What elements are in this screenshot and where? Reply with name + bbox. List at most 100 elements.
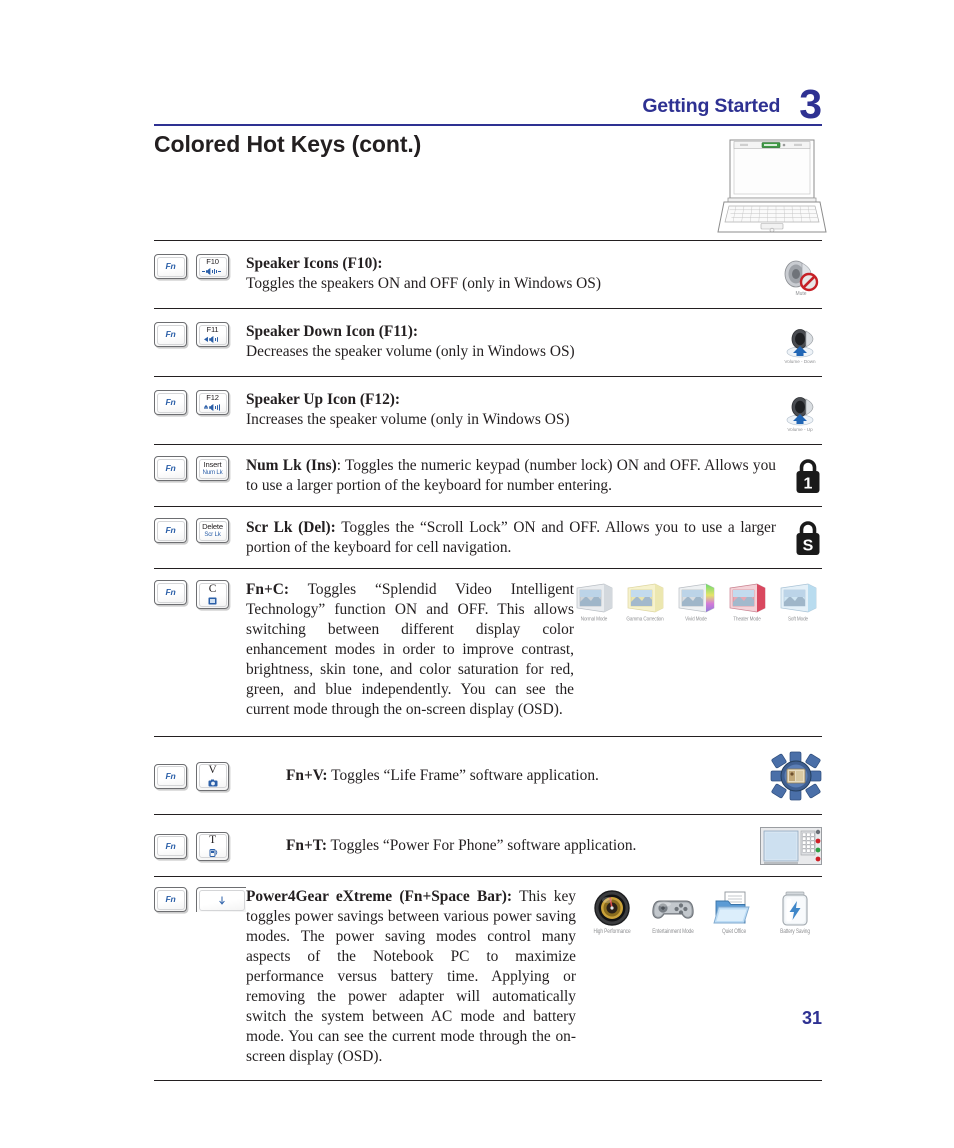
splendid-theater-mode-icon <box>729 583 766 613</box>
keycap-sublabel: Num Lk <box>202 469 223 477</box>
splendid-mode-label: Normal Mode <box>580 615 608 622</box>
keycap-fn: Fn <box>154 580 187 606</box>
row-description: Speaker Down Icon (F11): Decreases the s… <box>246 322 764 362</box>
page-header: Getting Started 3 <box>154 84 822 126</box>
table-row: Fn Power4Gear eXtreme (Fn+Space Bar): Th… <box>154 877 822 1082</box>
splendid-soft-mode-icon <box>780 583 817 613</box>
speaker-mute-glyph-icon <box>201 267 225 275</box>
row-title: Fn+T: <box>286 837 327 855</box>
splendid-mode-label: Gamma Correction <box>626 615 664 622</box>
table-row: Fn F12 Speaker Up Icon (F12): Increases … <box>154 377 822 445</box>
table-row: Fn C Fn+C: Toggles “Splendid Video Intel… <box>154 569 822 738</box>
speaker-mute-caption: Mute <box>795 291 806 296</box>
splendid-normal-mode-icon <box>576 583 613 613</box>
row-body: Toggles “Power For Phone” software appli… <box>326 837 637 855</box>
keycap-label: Fn <box>165 397 176 408</box>
row-description: Scr Lk (Del): Toggles the “Scroll Lock” … <box>246 518 778 558</box>
keycap-label: F11 <box>206 325 219 335</box>
keycap-fn: Fn <box>154 887 187 913</box>
key-combo: Fn Delete Scr Lk <box>154 518 246 544</box>
row-description: Fn+T: Toggles “Power For Phone” software… <box>246 836 756 856</box>
table-row: Fn T Fn+T: Toggles “Power For Phone” sof… <box>154 815 822 878</box>
power4gear-modes-strip: High Performance Entertainment Mode Quie… <box>585 889 822 936</box>
key-combo: Fn <box>154 887 246 913</box>
keycap-label: F10 <box>206 257 219 267</box>
keycap-label: Insert <box>203 459 222 469</box>
table-row: Fn F11 Speaker Down Icon (F11): Decrease <box>154 309 822 377</box>
row-description: Fn+V: Toggles “Life Frame” software appl… <box>246 766 756 786</box>
key-combo: Fn F11 <box>154 322 246 347</box>
splendid-modes-strip: Normal Mode Gamma Correction Vivid Mode … <box>570 581 822 622</box>
volume-up-icon: Volume - Up <box>786 397 814 432</box>
phone-glyph-icon <box>208 848 218 857</box>
keycap-f12: F12 <box>196 390 229 415</box>
splendid-glyph-icon <box>208 597 217 605</box>
keycap-label: Fn <box>165 525 176 536</box>
power-mode-label: Battery Saving <box>780 929 810 936</box>
page-number: 31 <box>801 1008 822 1028</box>
row-icon <box>756 827 822 866</box>
volume-up-caption: Volume - Up <box>787 427 813 432</box>
hotkeys-table: Fn F10 Speaker Icons (F10): Toggles the … <box>154 240 822 1082</box>
power-mode-label: Quiet Office <box>721 929 747 936</box>
row-description: Fn+C: Toggles “Splendid Video Intelligen… <box>246 580 576 720</box>
keycap-label: Fn <box>165 463 176 474</box>
power-mode-label: Entertainment Mode <box>652 929 694 936</box>
splendid-vivid-mode-icon <box>678 583 715 613</box>
keycap-label: Fn <box>165 587 176 598</box>
keycap-label: Fn <box>165 894 176 905</box>
power-mode-label: High Performance <box>593 929 631 936</box>
keycap-f11: F11 <box>196 322 229 347</box>
row-body: Toggles “Splendid Video Intelligent Tech… <box>246 581 574 719</box>
key-combo: Fn F10 <box>154 254 246 279</box>
volume-down-caption: Volume - Down <box>784 359 816 364</box>
splendid-mode-label: Theater Mode <box>733 615 761 622</box>
key-combo: Fn F12 <box>154 390 246 415</box>
row-icon: S <box>778 518 822 557</box>
padlock-numlock-label: 1 <box>804 476 813 493</box>
camera-glyph-icon <box>208 779 218 787</box>
power-mode-item: Entertainment Mode <box>646 889 700 936</box>
page-title: Colored Hot Keys (cont.) <box>154 131 422 157</box>
keycap-t: T <box>196 831 229 861</box>
row-description: Power4Gear eXtreme (Fn+Space Bar): This … <box>246 887 578 1067</box>
keycap-fn: Fn <box>154 322 187 347</box>
battery-icon <box>782 891 808 926</box>
keycap-delete-scrlk: Delete Scr Lk <box>196 518 229 544</box>
power-mode-item: Battery Saving <box>768 889 822 936</box>
splendid-mode-label: Soft Mode <box>787 615 809 622</box>
row-title: Speaker Up Icon (F12): <box>246 391 401 408</box>
row-title: Speaker Down Icon (F11): <box>246 323 419 340</box>
keycap-fn: Fn <box>154 763 187 789</box>
row-icon: 1 <box>778 456 822 495</box>
row-icon: Volume - Down <box>764 322 822 364</box>
volume-up-glyph-icon <box>202 403 224 411</box>
keycap-label: Fn <box>165 840 176 851</box>
row-body: Toggles the speakers ON and OFF (only in… <box>246 275 601 293</box>
keycap-fn: Fn <box>154 456 187 481</box>
row-body: Decreases the speaker volume (only in Wi… <box>246 343 575 361</box>
keycap-v: V <box>196 761 229 791</box>
key-combo: Fn V <box>154 761 246 791</box>
header-chapter-number: 3 <box>799 81 822 128</box>
keycap-label: C <box>208 582 217 595</box>
notebook-illustration <box>716 136 828 236</box>
splendid-mode-label: Vivid Mode <box>685 615 707 622</box>
key-combo: Fn Insert Num Lk <box>154 456 246 481</box>
keycap-fn: Fn <box>154 390 187 415</box>
row-title: Power4Gear eXtreme (Fn+Space Bar): <box>246 888 513 906</box>
row-body: This key toggles power savings between v… <box>246 888 576 1066</box>
power-for-phone-icon <box>760 827 822 866</box>
splendid-mode-item: Theater Mode <box>723 581 771 622</box>
folder-icon <box>713 891 750 924</box>
row-title: Scr Lk (Del): <box>246 519 336 537</box>
power-mode-item: Quiet Office <box>707 889 761 936</box>
padlock-numlock-icon: 1 <box>796 459 820 493</box>
power-mode-item: High Performance <box>585 889 639 936</box>
keycap-label: V <box>208 764 217 777</box>
row-description: Num Lk (Ins): Toggles the numeric keypad… <box>246 456 778 496</box>
splendid-gamma-correction-icon <box>627 583 664 613</box>
keycap-insert-numlk: Insert Num Lk <box>196 456 229 481</box>
key-combo: Fn T <box>154 831 246 861</box>
splendid-mode-item: Normal Mode <box>570 581 618 622</box>
